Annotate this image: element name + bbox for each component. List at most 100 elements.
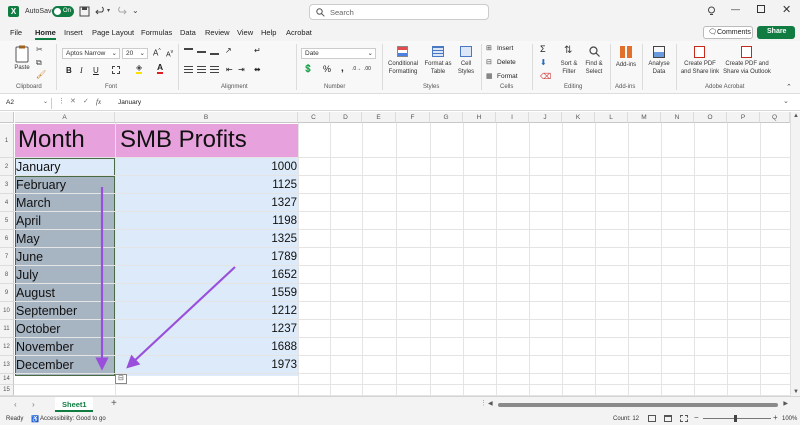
copy-icon[interactable]: ⧉ (36, 58, 42, 68)
formula-input[interactable]: January (118, 99, 141, 106)
align-center-icon[interactable] (197, 66, 206, 74)
maximize-icon[interactable] (757, 5, 765, 13)
tab-home[interactable]: Home (35, 28, 56, 40)
percent-style-icon[interactable]: % (323, 64, 331, 74)
decrease-font-icon[interactable]: Av (166, 49, 173, 58)
tab-help[interactable]: Help (261, 28, 276, 37)
align-bottom-icon[interactable] (210, 48, 219, 55)
number-format-dropdown[interactable]: Date ⌄ (301, 48, 376, 59)
font-size-dropdown[interactable]: 20 ⌄ (122, 48, 148, 59)
increase-font-icon[interactable]: A^ (153, 48, 161, 58)
format-painter-icon[interactable]: 🖌 (36, 70, 46, 79)
autosave-toggle[interactable]: On (52, 6, 74, 17)
format-cells-button[interactable]: ▦ Format (486, 72, 526, 82)
tab-file[interactable]: File (10, 28, 22, 37)
clear-icon[interactable]: ⌫ (540, 72, 551, 81)
sort-filter-button[interactable]: ⇅ Sort & Filter (557, 45, 581, 81)
search-box[interactable]: Search (309, 4, 489, 20)
page-break-view-icon[interactable] (680, 415, 688, 422)
format-as-table-button[interactable]: Format as Table (423, 45, 453, 81)
paste-button[interactable]: Paste (12, 45, 32, 77)
undo-dropdown-icon[interactable]: ▾ (107, 7, 110, 14)
tab-view[interactable]: View (237, 28, 253, 37)
horizontal-scrollbar[interactable]: ◀ ▶ (488, 401, 788, 409)
undo-icon[interactable] (95, 6, 106, 17)
align-top-icon[interactable] (184, 48, 193, 55)
underline-icon[interactable]: U (93, 66, 99, 75)
decrease-decimal-icon[interactable]: .00 (364, 66, 371, 72)
accounting-format-icon[interactable]: 💲 (303, 64, 313, 73)
lightbulb-icon[interactable] (707, 6, 716, 17)
borders-icon[interactable] (112, 66, 120, 74)
zoom-slider[interactable] (703, 415, 771, 422)
bold-icon[interactable]: B (66, 66, 72, 75)
expand-formula-bar-icon[interactable]: ⌄ (783, 97, 789, 105)
tab-review[interactable]: Review (205, 28, 230, 37)
italic-icon[interactable]: I (80, 66, 83, 75)
zoom-slider-thumb[interactable] (734, 415, 737, 422)
indent-icon[interactable]: ⇤ (226, 65, 233, 74)
scroll-down-icon[interactable]: ▼ (793, 389, 799, 395)
save-icon[interactable] (79, 6, 90, 17)
insert-function-icon[interactable]: fx (96, 98, 101, 106)
merge-center-icon[interactable]: ⬌ (254, 65, 261, 74)
name-box[interactable]: A2 ⌄ (2, 98, 52, 109)
more-options-icon[interactable]: ⋮ (58, 97, 65, 105)
redo-icon[interactable] (116, 6, 127, 17)
find-select-button[interactable]: Find & Select (582, 45, 606, 81)
zoom-out-icon[interactable]: − (694, 413, 699, 422)
delete-cells-button[interactable]: ⊟ Delete (486, 58, 526, 68)
increase-decimal-icon[interactable]: .0→ (352, 66, 361, 72)
comma-style-icon[interactable]: , (341, 63, 344, 74)
share-button[interactable]: Share (757, 26, 795, 39)
horizontal-scroll-thumb[interactable] (498, 403, 778, 407)
zoom-level[interactable]: 100% (782, 416, 797, 422)
accessibility-status[interactable]: Accessibility: Good to go (40, 416, 106, 422)
cut-icon[interactable]: ✂ (36, 45, 43, 54)
zoom-in-icon[interactable]: + (773, 413, 778, 422)
collapse-ribbon-icon[interactable]: ⌃ (786, 83, 792, 91)
tab-insert[interactable]: Insert (64, 28, 83, 37)
scroll-right-icon[interactable]: ▶ (783, 400, 788, 407)
align-left-icon[interactable] (184, 66, 193, 74)
close-icon[interactable]: ✕ (782, 3, 791, 16)
search-icon (316, 8, 325, 17)
align-middle-icon[interactable] (197, 51, 206, 53)
create-pdf-share-link-button[interactable]: Create PDF and Share link (678, 45, 722, 81)
insert-cells-button[interactable]: ⊞ Insert (486, 44, 526, 54)
conditional-formatting-button[interactable]: Conditional Formatting (385, 45, 421, 81)
worksheet-grid[interactable]: ABCDEFGHIJKLMNOPQ 1 2 3 4 5 6 7 8 9 10 11 12 13 14 15 … (0, 112, 790, 396)
tab-page-layout[interactable]: Page Layout (92, 28, 134, 37)
autosum-icon[interactable]: Σ (540, 44, 546, 54)
page-layout-view-icon[interactable] (664, 415, 672, 422)
sheet-options-icon[interactable]: ⋮ (480, 399, 487, 407)
create-pdf-outlook-button[interactable]: Create PDF and Share via Outlook (722, 45, 772, 81)
font-name-dropdown[interactable]: Aptos Narrow ⌄ (62, 48, 120, 59)
scroll-left-icon[interactable]: ◀ (488, 400, 493, 407)
next-sheet-icon[interactable]: › (32, 400, 35, 409)
tab-acrobat[interactable]: Acrobat (286, 28, 312, 37)
cell-styles-button[interactable]: Cell Styles (454, 45, 478, 81)
wrap-text-icon[interactable]: ↵ (254, 46, 261, 55)
analyse-data-button[interactable]: Analyse Data (645, 45, 673, 81)
cancel-entry-icon[interactable]: ✕ (70, 97, 76, 105)
previous-sheet-icon[interactable]: ‹ (14, 400, 17, 409)
fill-icon[interactable]: ⬇ (540, 58, 547, 67)
orientation-icon[interactable]: ↗ (225, 46, 232, 55)
scroll-up-icon[interactable]: ▲ (793, 113, 799, 119)
add-sheet-icon[interactable]: + (111, 398, 117, 409)
normal-view-icon[interactable] (648, 415, 656, 422)
font-color-icon[interactable]: A (157, 63, 164, 74)
comments-button[interactable]: 🗨 Comments (703, 26, 753, 39)
customize-toolbar-icon[interactable]: ⌄ (132, 6, 139, 15)
outdent-icon[interactable]: ⇥ (238, 65, 245, 74)
tab-formulas[interactable]: Formulas (141, 28, 172, 37)
add-ins-button[interactable]: Add-ins (613, 45, 639, 81)
fill-color-icon[interactable]: ◈ (136, 64, 143, 74)
align-right-icon[interactable] (210, 66, 219, 74)
confirm-entry-icon[interactable]: ✓ (83, 97, 89, 105)
tab-data[interactable]: Data (180, 28, 196, 37)
vertical-scrollbar[interactable]: ▲ ▼ (790, 112, 800, 396)
minimize-icon[interactable]: — (731, 4, 740, 14)
sheet-tab-sheet1[interactable]: Sheet1 (55, 397, 93, 412)
